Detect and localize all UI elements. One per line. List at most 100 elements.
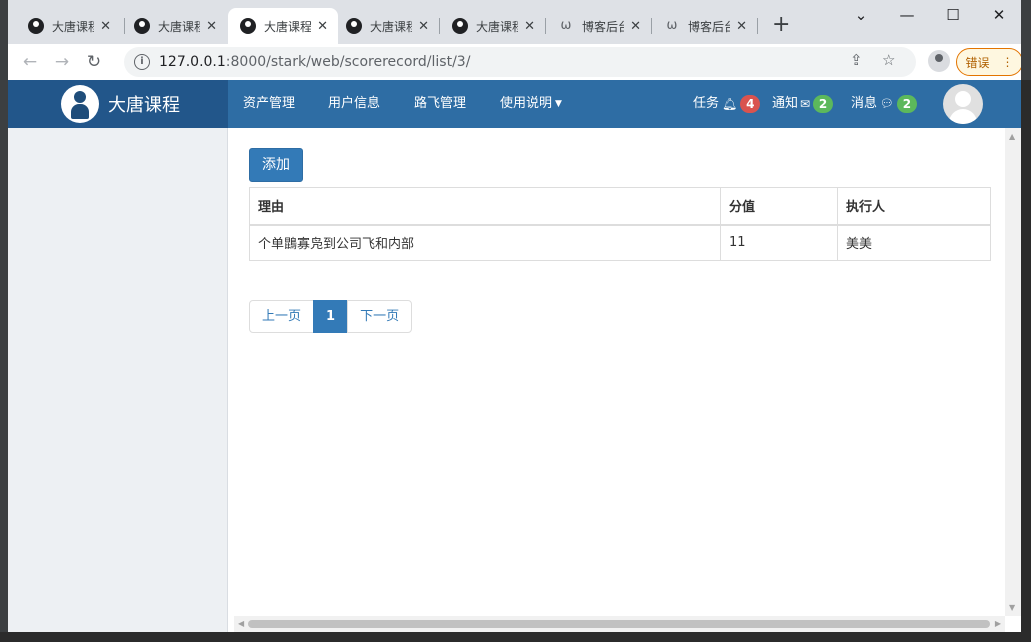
menu-item-luffy[interactable]: 路飞管理 (414, 80, 466, 128)
reload-icon[interactable]: ↻ (82, 50, 106, 74)
messages-link[interactable]: 消息 💬︎ 2 (851, 80, 917, 128)
tab-title: 大唐课程 (476, 19, 519, 34)
main-content: 添加 理由 分值 执行人 个单鵾寡凫到公司飞和内部 11 美美 上一页 1 下一… (234, 128, 1004, 616)
close-window-icon[interactable]: ✕ (976, 2, 1021, 28)
messages-label: 消息 (851, 96, 878, 111)
messages-badge: 2 (896, 95, 917, 113)
prev-page-button[interactable]: 上一页 (249, 300, 315, 333)
minimize-icon[interactable]: — (884, 2, 930, 28)
comment-icon: 💬︎ (880, 97, 894, 110)
url-text[interactable]: 127.0.0.1:8000/stark/web/scorerecord/lis… (159, 54, 470, 70)
forward-arrow-icon[interactable]: → (50, 50, 74, 74)
desktop-background-bottom (0, 632, 1031, 642)
tab-strip: 大唐课程 ✕ 大唐课程 ✕ 大唐课程 ✕ 大唐课程 ✕ 大唐课程 ✕ ω 博客后… (8, 0, 1021, 44)
browser-tab[interactable]: 大唐课程 ✕ (16, 8, 121, 44)
horizontal-scrollbar[interactable]: ◀ ▶ (234, 616, 1005, 632)
menu-item-help[interactable]: 使用说明 ▼ (500, 80, 562, 128)
table-header-row: 理由 分值 执行人 (249, 187, 991, 226)
sidebar (8, 128, 228, 632)
column-header-reason[interactable]: 理由 (249, 187, 721, 226)
table-row: 个单鵾寡凫到公司飞和内部 11 美美 (249, 224, 991, 261)
profile-icon[interactable] (928, 50, 950, 72)
cell-executor: 美美 (837, 224, 991, 261)
notices-badge: 2 (813, 95, 834, 113)
column-header-score[interactable]: 分值 (720, 187, 838, 226)
scroll-right-icon[interactable]: ▶ (995, 619, 1001, 628)
close-icon[interactable]: ✕ (206, 19, 217, 34)
person-avatar-icon (28, 18, 44, 34)
browser-tab[interactable]: 大唐课程 ✕ (440, 8, 545, 44)
column-header-executor[interactable]: 执行人 (837, 187, 991, 226)
person-avatar-icon (240, 18, 256, 34)
maximize-icon[interactable]: ☐ (930, 2, 976, 28)
more-vert-icon: ⋮ (1001, 55, 1014, 69)
vertical-scrollbar[interactable]: ▲ ▼ (1005, 128, 1021, 616)
desktop-background-right (1021, 80, 1031, 642)
browser-toolbar: ← → ↻ i 127.0.0.1:8000/stark/web/scorere… (8, 44, 1021, 80)
share-icon[interactable]: ⇪ (850, 51, 863, 69)
url-path: :8000/stark/web/scorerecord/list/3/ (225, 54, 471, 70)
menu-item-users[interactable]: 用户信息 (328, 80, 380, 128)
close-icon[interactable]: ✕ (317, 19, 328, 34)
address-bar[interactable]: i 127.0.0.1:8000/stark/web/scorerecord/l… (124, 47, 916, 77)
envelope-icon: ✉ (800, 97, 811, 111)
star-icon[interactable]: ☆ (882, 51, 895, 69)
person-avatar-icon (452, 18, 468, 34)
pagination: 上一页 1 下一页 (249, 300, 413, 333)
browser-tab[interactable]: 大唐课程 ✕ (122, 8, 227, 44)
close-icon[interactable]: ✕ (524, 19, 535, 34)
tasks-label: 任务 (693, 96, 720, 111)
user-avatar[interactable] (943, 84, 983, 124)
browser-tab-active[interactable]: 大唐课程 ✕ (228, 8, 338, 44)
info-icon[interactable]: i (134, 54, 150, 70)
new-tab-icon[interactable]: + (772, 12, 790, 38)
tab-title: 大唐课程 (158, 19, 201, 34)
close-icon[interactable]: ✕ (736, 19, 747, 34)
caret-down-icon: ▼ (555, 99, 562, 109)
browser-tab[interactable]: ω 博客后台 ✕ (652, 8, 757, 44)
tab-divider (757, 18, 758, 34)
scroll-up-icon[interactable]: ▲ (1009, 132, 1015, 141)
close-icon[interactable]: ✕ (630, 19, 641, 34)
tab-title: 博客后台 (582, 19, 625, 34)
brand[interactable]: 大唐课程 (8, 80, 228, 128)
menu-item-assets[interactable]: 资产管理 (243, 80, 295, 128)
blog-icon: ω (560, 18, 572, 33)
notices-link[interactable]: 通知 ✉ 2 (772, 80, 834, 128)
error-button[interactable]: 错误 ⋮ (956, 48, 1021, 76)
person-avatar-icon (346, 18, 362, 34)
next-page-button[interactable]: 下一页 (347, 300, 413, 333)
browser-tab[interactable]: ω 博客后台 ✕ (546, 8, 651, 44)
desktop-background-left (0, 80, 8, 642)
tab-title: 大唐课程 (52, 19, 95, 34)
browser-window: 大唐课程 ✕ 大唐课程 ✕ 大唐课程 ✕ 大唐课程 ✕ 大唐课程 ✕ ω 博客后… (8, 0, 1021, 632)
scrollbar-thumb[interactable] (248, 620, 990, 628)
person-avatar-icon (134, 18, 150, 34)
score-record-table: 理由 分值 执行人 个单鵾寡凫到公司飞和内部 11 美美 (249, 187, 991, 261)
tab-title: 大唐课程 (370, 19, 413, 34)
error-button-label: 错误 (965, 55, 990, 70)
chevron-down-icon[interactable]: ⌄ (838, 2, 884, 28)
back-arrow-icon[interactable]: ← (18, 50, 42, 74)
scroll-left-icon[interactable]: ◀ (238, 619, 244, 628)
blog-icon: ω (666, 18, 678, 33)
cell-score: 11 (720, 224, 838, 261)
browser-tab[interactable]: 大唐课程 ✕ (334, 8, 439, 44)
menu-item-help-label: 使用说明 (500, 96, 553, 111)
logo-icon (61, 85, 99, 123)
add-button[interactable]: 添加 (249, 148, 303, 182)
tasks-badge: 4 (740, 95, 761, 113)
tab-title: 大唐课程 (264, 19, 312, 34)
bell-icon: 🔔︎ (722, 97, 738, 111)
page-1-button[interactable]: 1 (313, 300, 349, 333)
close-icon[interactable]: ✕ (418, 19, 429, 34)
close-icon[interactable]: ✕ (100, 19, 111, 34)
tab-title: 博客后台 (688, 19, 731, 34)
url-host: 127.0.0.1 (159, 54, 226, 70)
cell-reason: 个单鵾寡凫到公司飞和内部 (249, 224, 721, 261)
notices-label: 通知 (772, 96, 799, 111)
tasks-link[interactable]: 任务 🔔︎ 4 (693, 80, 761, 128)
app-header: 大唐课程 资产管理 用户信息 路飞管理 使用说明 ▼ 任务 🔔︎ 4 通知 ✉ … (8, 80, 1021, 128)
scroll-down-icon[interactable]: ▼ (1009, 603, 1015, 612)
brand-name: 大唐课程 (108, 95, 180, 116)
